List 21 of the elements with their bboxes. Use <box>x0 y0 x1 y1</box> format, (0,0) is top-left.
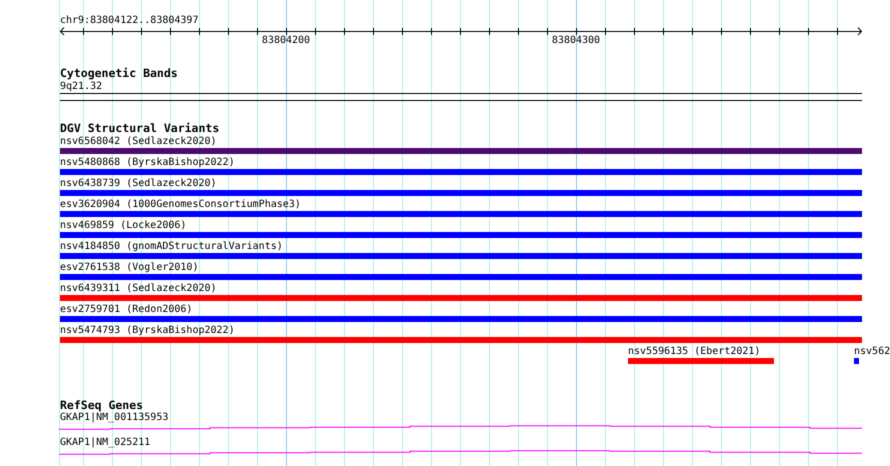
band-label: 9q21.32 <box>60 80 102 93</box>
track-title: Cytogenetic Bands <box>60 67 178 79</box>
variant-label: nsv6438739 (Sedlazeck2020) <box>60 177 217 190</box>
tick-label: 83804300 <box>552 35 600 47</box>
variant-label: esv3620904 (1000GenomesConsortiumPhase3) <box>60 198 301 211</box>
gene-label: GKAP1|NM_025211 <box>60 437 150 449</box>
tick-label: 83804200 <box>262 35 310 47</box>
variant-label: nsv6439311 (Sedlazeck2020) <box>60 282 217 295</box>
variant-label: nsv5474793 (ByrskaBishop2022) <box>60 324 235 337</box>
location-label: chr9:83804122..83804397 <box>60 15 198 27</box>
variant-label: nsv469859 (Locke2006) <box>60 219 186 232</box>
variant-label: nsv562 <box>854 345 890 358</box>
variant-label: nsv5480868 (ByrskaBishop2022) <box>60 156 235 169</box>
variant-label: nsv5596135 (Ebert2021) <box>628 345 760 358</box>
variant-label: nsv4184850 (gnomADStructuralVariants) <box>60 240 283 253</box>
variant-label: esv2761538 (Vogler2010) <box>60 261 198 274</box>
variant-label: nsv6568042 (Sedlazeck2020) <box>60 135 217 148</box>
track-title: DGV Structural Variants <box>60 122 220 134</box>
track-title: RefSeq Genes <box>60 399 144 411</box>
variant-label: esv2759701 (Redon2006) <box>60 303 192 316</box>
gene-label: GKAP1|NM_001135953 <box>60 412 168 424</box>
